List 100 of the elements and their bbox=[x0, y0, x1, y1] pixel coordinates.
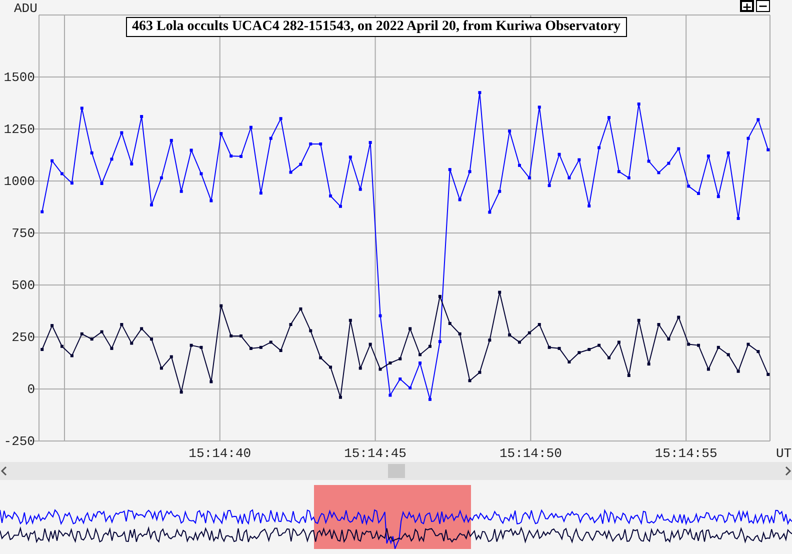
data-point bbox=[667, 162, 670, 165]
data-point bbox=[160, 176, 163, 180]
data-point bbox=[279, 349, 282, 352]
data-point bbox=[706, 154, 710, 158]
data-point bbox=[756, 350, 760, 354]
y-tick-label: 1250 bbox=[4, 122, 35, 137]
scroll-right-icon[interactable] bbox=[784, 466, 792, 476]
data-point bbox=[358, 366, 362, 370]
data-point bbox=[378, 314, 382, 318]
data-point bbox=[289, 323, 292, 326]
chart-title: 463 Lola occults UCAC4 282-151543, on 2022 April 20, from Kuriwa Observatory bbox=[126, 17, 627, 37]
data-point bbox=[150, 338, 153, 341]
data-point bbox=[230, 154, 233, 158]
data-point bbox=[518, 340, 521, 344]
scroll-thumb[interactable] bbox=[388, 464, 404, 478]
data-point bbox=[508, 333, 512, 336]
selection-window[interactable] bbox=[314, 485, 471, 549]
data-point bbox=[269, 340, 272, 344]
data-point bbox=[240, 334, 243, 338]
data-point bbox=[269, 136, 272, 140]
data-point bbox=[160, 366, 163, 370]
data-point bbox=[408, 327, 412, 330]
data-point bbox=[558, 152, 561, 156]
data-point bbox=[388, 394, 392, 397]
y-tick-label: 1000 bbox=[4, 174, 35, 189]
data-point bbox=[588, 348, 591, 351]
data-point bbox=[438, 294, 442, 298]
data-point bbox=[766, 148, 770, 152]
data-point bbox=[358, 188, 362, 191]
data-point bbox=[259, 346, 262, 349]
data-point bbox=[120, 323, 124, 326]
data-point bbox=[398, 357, 402, 360]
y-tick-label: -250 bbox=[4, 434, 35, 449]
data-point bbox=[488, 338, 492, 342]
data-point bbox=[726, 353, 730, 356]
data-point bbox=[329, 194, 332, 198]
data-point bbox=[110, 346, 114, 350]
data-point bbox=[170, 355, 173, 358]
data-point bbox=[299, 307, 302, 310]
data-point bbox=[468, 170, 472, 174]
data-point bbox=[50, 159, 54, 162]
data-point bbox=[140, 115, 144, 118]
data-point bbox=[368, 342, 372, 346]
data-point bbox=[677, 147, 680, 150]
data-point bbox=[458, 198, 462, 202]
y-tick-label: 1500 bbox=[4, 70, 35, 85]
data-point bbox=[558, 346, 561, 350]
data-point bbox=[448, 322, 452, 325]
data-point bbox=[100, 182, 104, 185]
data-point bbox=[368, 141, 372, 144]
data-point bbox=[498, 190, 502, 193]
y-tick-label: 500 bbox=[12, 278, 35, 293]
data-point bbox=[657, 323, 660, 326]
x-tick-label: 15:14:50 bbox=[499, 446, 562, 461]
data-point bbox=[210, 199, 213, 202]
data-point bbox=[259, 192, 262, 195]
data-point bbox=[309, 329, 312, 332]
data-point bbox=[488, 210, 492, 214]
data-point bbox=[309, 142, 312, 146]
data-point bbox=[120, 131, 124, 134]
data-point bbox=[617, 340, 620, 344]
data-point bbox=[637, 318, 640, 322]
data-point bbox=[538, 106, 541, 109]
data-point bbox=[608, 356, 610, 360]
data-point bbox=[398, 378, 402, 381]
x-tick-label: 15:14:45 bbox=[344, 446, 406, 461]
data-point bbox=[766, 372, 770, 376]
data-point bbox=[538, 323, 541, 326]
data-point bbox=[647, 362, 650, 366]
data-point bbox=[130, 162, 134, 166]
data-point bbox=[220, 304, 223, 308]
data-point bbox=[200, 346, 203, 349]
scroll-left-icon[interactable] bbox=[0, 466, 8, 476]
data-point bbox=[60, 344, 64, 348]
data-point bbox=[428, 398, 432, 401]
data-point bbox=[230, 334, 233, 338]
scrollbar[interactable] bbox=[0, 462, 792, 480]
data-point bbox=[319, 142, 322, 146]
data-point bbox=[568, 360, 571, 364]
data-point bbox=[647, 160, 650, 163]
data-point bbox=[299, 162, 302, 166]
data-point bbox=[716, 346, 720, 349]
data-point bbox=[677, 316, 680, 319]
data-point bbox=[150, 203, 153, 206]
zoom-button[interactable]: − bbox=[756, 0, 770, 12]
data-point bbox=[190, 148, 193, 152]
data-point bbox=[528, 176, 531, 180]
data-point bbox=[478, 91, 482, 94]
data-point bbox=[80, 332, 84, 336]
data-point bbox=[180, 190, 183, 193]
data-point bbox=[130, 342, 134, 345]
axis-label: ADU bbox=[14, 1, 38, 16]
data-point bbox=[657, 171, 660, 174]
data-point bbox=[378, 368, 382, 371]
data-point bbox=[548, 346, 551, 349]
data-point bbox=[329, 366, 332, 369]
data-point bbox=[726, 151, 730, 154]
data-point bbox=[40, 210, 44, 214]
data-point bbox=[706, 368, 710, 371]
data-point bbox=[289, 170, 292, 174]
